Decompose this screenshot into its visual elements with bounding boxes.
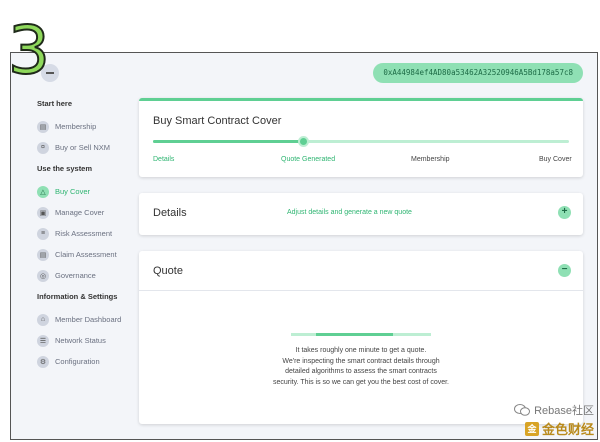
sidebar-item-globe[interactable]: ◎ Governance <box>37 265 137 286</box>
quote-card: Quote − It takes roughly one minute to g… <box>139 251 583 424</box>
sidebar-group: Use the system △ Buy Cover ▣ Manage Cover ≡ Ri… <box>37 164 137 286</box>
details-card-title: Details <box>153 207 187 219</box>
settings-icon: ⚙ <box>37 355 49 368</box>
progress-card-title: Buy Smart Contract Cover <box>153 115 282 127</box>
sidebar: Start here ▤ Membership ¤ Buy or Sell NXM Use… <box>37 99 137 378</box>
sidebar-item-document[interactable]: ≡ Risk Assessment <box>37 223 137 244</box>
buy-cover-progress-card: Buy Smart Contract Cover Details Quote Ge… <box>139 98 583 177</box>
quote-card-title: Quote <box>153 265 183 277</box>
collapse-quote-button[interactable]: − <box>558 264 571 277</box>
sidebar-group: Start here ▤ Membership ¤ Buy or Sell NXM <box>37 99 137 158</box>
quote-message-line: We're inspecting the smart contract deta… <box>282 357 440 365</box>
progress-current-step-marker <box>298 136 309 147</box>
sidebar-item-label: Network Status <box>55 336 106 345</box>
jinse-logo-icon: 金 <box>524 421 539 436</box>
server-icon: ☰ <box>37 334 49 347</box>
top-bar: 0xA44984ef4AD80a53462A32520946A5Bd178a57… <box>11 53 597 93</box>
sidebar-item-label: Member Dashboard <box>55 315 122 324</box>
clipboard-icon: ▤ <box>37 248 49 261</box>
wechat-icon <box>514 404 531 416</box>
sidebar-item-label: Buy Cover <box>55 187 91 196</box>
sidebar-item-clipboard[interactable]: ▤ Claim Assessment <box>37 244 137 265</box>
progress-step-label: Quote Generated <box>281 156 336 163</box>
sidebar-item-label: Membership <box>55 122 97 131</box>
progress-track <box>153 136 569 147</box>
coin-icon: ¤ <box>37 141 49 154</box>
app-window: 0xA44984ef4AD80a53462A32520946A5Bd178a57… <box>10 52 598 440</box>
sidebar-item-label: Governance <box>55 271 96 280</box>
quote-loading-bar <box>291 333 431 336</box>
quote-card-header[interactable]: Quote − <box>139 251 583 291</box>
shield-icon: △ <box>37 185 49 198</box>
watermark: Rebase社区 金 金色财经 <box>514 402 594 437</box>
step-number-badge: 3 <box>7 12 51 89</box>
progress-step-label: Buy Cover <box>539 156 572 163</box>
document-icon: ≡ <box>37 227 49 240</box>
sidebar-heading: Start here <box>37 99 73 108</box>
watermark-brand-text: 金色财经 <box>541 422 594 437</box>
sidebar-item-label: Risk Assessment <box>55 229 113 238</box>
sidebar-item-membership[interactable]: ▤ Membership <box>37 116 137 137</box>
expand-details-button[interactable]: + <box>558 206 571 219</box>
sidebar-item-label: Claim Assessment <box>55 250 117 259</box>
sidebar-item-coin[interactable]: ¤ Buy or Sell NXM <box>37 137 137 158</box>
sidebar-item-briefcase[interactable]: ▣ Manage Cover <box>37 202 137 223</box>
details-card[interactable]: Details Adjust details and generate a ne… <box>139 193 583 235</box>
quote-message-line: It takes roughly one minute to get a quo… <box>295 347 427 354</box>
progress-step-label: Details <box>153 156 175 163</box>
wallet-address-badge[interactable]: 0xA44984ef4AD80a53462A32520946A5Bd178a57… <box>373 63 583 83</box>
quote-message-line: detailed algorithms to assess the smart … <box>285 368 437 375</box>
sidebar-item-home[interactable]: ⌂ Member Dashboard <box>37 309 137 330</box>
globe-icon: ◎ <box>37 269 49 282</box>
sidebar-item-server[interactable]: ☰ Network Status <box>37 330 137 351</box>
watermark-community-text: Rebase社区 <box>534 405 594 417</box>
sidebar-item-label: Configuration <box>55 357 100 366</box>
sidebar-group: Information & Settings ⌂ Member Dashboard ☰… <box>37 292 137 372</box>
membership-icon: ▤ <box>37 120 49 133</box>
adjust-details-link[interactable]: Adjust details and generate a new quote <box>287 209 412 216</box>
sidebar-item-settings[interactable]: ⚙ Configuration <box>37 351 137 372</box>
home-icon: ⌂ <box>37 313 49 326</box>
sidebar-heading: Use the system <box>37 164 93 173</box>
sidebar-heading: Information & Settings <box>37 292 118 301</box>
quote-message-line: security. This is so we can get you the … <box>273 378 449 386</box>
sidebar-item-shield[interactable]: △ Buy Cover <box>37 181 137 202</box>
sidebar-item-label: Manage Cover <box>55 208 105 217</box>
sidebar-item-label: Buy or Sell NXM <box>55 143 111 152</box>
quote-loading-message: It takes roughly one minute to get a quo… <box>229 346 493 388</box>
briefcase-icon: ▣ <box>37 206 49 219</box>
progress-fill <box>153 140 303 143</box>
progress-step-label: Membership <box>411 156 450 163</box>
quote-loading-fill <box>316 333 394 336</box>
